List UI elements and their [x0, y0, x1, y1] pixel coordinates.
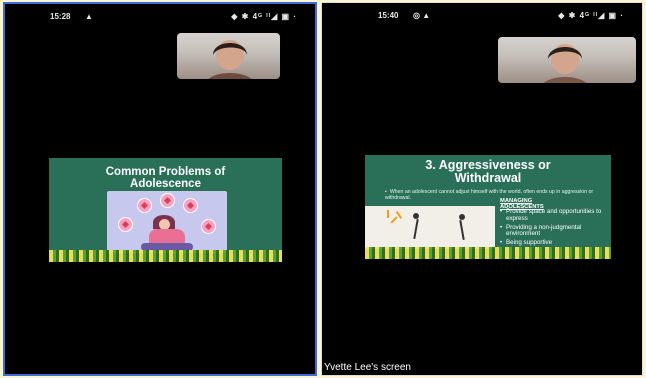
status-left-icons: ◎ ▲: [413, 11, 431, 20]
grass-border: [365, 247, 611, 259]
participant-video-thumbnail[interactable]: [177, 33, 280, 79]
conflict-illustration: [365, 206, 495, 249]
participant-person-icon: [543, 44, 587, 83]
participant-person-icon: [208, 40, 252, 79]
status-time: 15:40: [378, 11, 399, 20]
right-phone-screen: 15:40 ◎ ▲ ◆ ✱ 4ᴳ ᴵᴵ◢ ▣ · 3. Aggressivene…: [321, 2, 643, 376]
status-right-icons: ◆ ✱ 4ᴳ ᴵᴵ◢ ▣ ·: [231, 12, 297, 21]
adolescent-illustration: [107, 191, 227, 253]
left-phone-screen: 15:28 ▲ ◆ ✱ 4ᴳ ᴵᴵ◢ ▣ · Common Problems o…: [3, 2, 317, 376]
tip-item: Provide space and opportunities to expre…: [500, 208, 604, 223]
status-bar: 15:28 ▲ ◆ ✱ 4ᴳ ᴵᴵ◢ ▣ ·: [5, 12, 315, 24]
slide-title: Common Problems of Adolescence: [105, 166, 226, 191]
shared-slide: 3. Aggressiveness or Withdrawal When an …: [365, 155, 611, 259]
participant-video-thumbnail[interactable]: [498, 37, 636, 83]
status-bar: 15:40 ◎ ▲ ◆ ✱ 4ᴳ ᴵᴵ◢ ▣ ·: [322, 11, 642, 23]
slide-title: 3. Aggressiveness or Withdrawal: [425, 158, 551, 186]
grass-border: [49, 250, 282, 262]
tips-list: Provide space and opportunities to expre…: [500, 208, 604, 249]
status-right-icons: ◆ ✱ 4ᴳ ᴵᴵ◢ ▣ ·: [558, 11, 624, 20]
shared-slide: Common Problems of Adolescence: [49, 158, 282, 262]
slide-bullet: When an adolescent cannot adjust himself…: [385, 189, 595, 201]
status-left-icons: ▲: [85, 12, 93, 21]
status-time: 15:28: [50, 12, 71, 21]
screen-share-caption: Yvette Lee's screen: [324, 362, 411, 373]
tip-item: Providing a non-judgmental environment: [500, 224, 604, 239]
